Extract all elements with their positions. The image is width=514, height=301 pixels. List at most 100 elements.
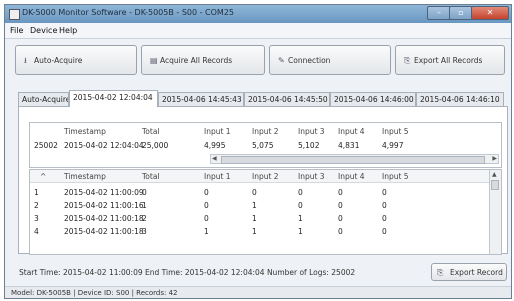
title-bar: DK-5000 Monitor Software - DK-5005B - S0…	[5, 5, 511, 23]
records-grid: ^ Timestamp Total Input 1 Input 2 Input …	[29, 169, 502, 255]
plug-icon: ✎	[278, 56, 285, 65]
record-tabs: Auto-Acquire 2015-04-02 12:04:04 2015-04…	[18, 90, 508, 107]
table-row-input1: 0	[204, 201, 209, 210]
export-all-records-button[interactable]: ⎘ Export All Records	[395, 45, 505, 75]
tab-auto-acquire[interactable]: Auto-Acquire	[18, 92, 69, 106]
table-row-input3: 0	[298, 201, 303, 210]
app-icon	[9, 9, 20, 20]
minimize-icon: –	[437, 8, 441, 17]
table-row-input3: 1	[298, 214, 303, 223]
menu-bar: File Device Help	[5, 23, 511, 39]
maximize-icon: ▫	[458, 8, 464, 17]
summary-input1: 4,995	[204, 141, 226, 150]
records-header-input5[interactable]: Input 5	[382, 172, 409, 181]
summary-input5: 4,997	[382, 141, 404, 150]
close-icon: ✕	[486, 8, 494, 17]
table-row-input5: 0	[382, 188, 387, 197]
auto-acquire-button[interactable]: ⭳ Auto-Acquire	[15, 45, 137, 75]
connection-button[interactable]: ✎ Connection	[269, 45, 391, 75]
table-row-index: 4	[34, 227, 39, 236]
table-row-input5: 0	[382, 201, 387, 210]
table-row-input1: 0	[204, 188, 209, 197]
records-header-input2[interactable]: Input 2	[252, 172, 279, 181]
summary-header-input4: Input 4	[338, 127, 365, 136]
table-row-input2: 1	[252, 227, 257, 236]
table-row-input2: 1	[252, 201, 257, 210]
app-window: DK-5000 Monitor Software - DK-5005B - S0…	[4, 4, 512, 299]
record-panel: Timestamp Total Input 1 Input 2 Input 3 …	[18, 106, 508, 255]
records-header-input1[interactable]: Input 1	[204, 172, 231, 181]
table-row-index: 1	[34, 188, 39, 197]
status-bar: Model: DK-5005B | Device ID: S00 | Recor…	[5, 286, 511, 298]
records-header: ^ Timestamp Total Input 1 Input 2 Input …	[30, 170, 501, 183]
menu-file[interactable]: File	[10, 26, 23, 35]
summary-input4: 4,831	[338, 141, 360, 150]
summary-header-input1: Input 1	[204, 127, 231, 136]
summary-grid: Timestamp Total Input 1 Input 2 Input 3 …	[29, 122, 502, 168]
summary-input2: 5,075	[252, 141, 274, 150]
tab-record-3[interactable]: 2015-04-06 14:45:50	[244, 92, 330, 106]
summary-header-input2: Input 2	[252, 127, 279, 136]
summary-horizontal-scrollbar[interactable]: ◀ ▶	[210, 154, 499, 164]
table-row-timestamp: 2015-04-02 11:00:18	[64, 214, 144, 223]
records-header-input4[interactable]: Input 4	[338, 172, 365, 181]
summary-header-total: Total	[142, 127, 160, 136]
download-icon: ⭳	[24, 56, 27, 65]
table-row-input4: 0	[338, 188, 343, 197]
scroll-right-icon[interactable]: ▶	[492, 155, 497, 162]
export-icon: ⎘	[437, 268, 444, 277]
table-row-timestamp: 2015-04-02 11:00:18	[64, 227, 144, 236]
records-header-input3[interactable]: Input 3	[298, 172, 325, 181]
tab-record-1[interactable]: 2015-04-02 12:04:04	[69, 90, 158, 107]
menu-help[interactable]: Help	[59, 26, 77, 35]
table-row-timestamp: 2015-04-02 11:00:16	[64, 201, 144, 210]
summary-input3: 5,102	[298, 141, 320, 150]
records-icon: ▤	[150, 56, 158, 65]
records-header-total[interactable]: Total	[142, 172, 160, 181]
table-row-input4: 0	[338, 201, 343, 210]
summary-total: 25,000	[142, 141, 169, 150]
summary-header-timestamp: Timestamp	[64, 127, 106, 136]
table-row-input5: 0	[382, 227, 387, 236]
table-row-total: 0	[142, 188, 147, 197]
summary-timestamp: 2015-04-02 12:04:04	[64, 141, 144, 150]
minimize-button[interactable]: –	[427, 6, 451, 20]
tab-record-4[interactable]: 2015-04-06 14:46:00	[330, 92, 416, 106]
table-row-input4: 0	[338, 227, 343, 236]
table-row-input5: 0	[382, 214, 387, 223]
table-row-input4: 0	[338, 214, 343, 223]
export-icon: ⎘	[404, 56, 411, 65]
summary-header-input3: Input 3	[298, 127, 325, 136]
scroll-thumb[interactable]	[491, 180, 499, 190]
records-header-timestamp[interactable]: Timestamp	[64, 172, 106, 181]
table-row-input2: 0	[252, 188, 257, 197]
table-row-total: 3	[142, 227, 147, 236]
table-row-index: 2	[34, 201, 39, 210]
scroll-left-icon[interactable]: ◀	[212, 155, 217, 162]
menu-device[interactable]: Device	[30, 26, 57, 35]
window-title: DK-5000 Monitor Software - DK-5005B - S0…	[22, 8, 235, 17]
table-row-input3: 0	[298, 188, 303, 197]
sort-indicator-icon[interactable]: ^	[40, 172, 46, 181]
table-row-input3: 1	[298, 227, 303, 236]
table-row-total: 2	[142, 214, 147, 223]
tab-record-2[interactable]: 2015-04-06 14:45:43	[158, 92, 244, 106]
table-row-input1: 1	[204, 227, 209, 236]
maximize-button[interactable]: ▫	[449, 6, 473, 20]
summary-count: 25002	[34, 141, 58, 150]
records-vertical-scrollbar[interactable]: ▲	[489, 170, 501, 254]
record-info: Start Time: 2015-04-02 11:00:09 End Time…	[19, 268, 356, 277]
export-record-button[interactable]: ⎘ Export Record	[431, 263, 507, 281]
tab-record-5[interactable]: 2015-04-06 14:46:10	[416, 92, 504, 106]
table-row-input2: 1	[252, 214, 257, 223]
table-row-index: 3	[34, 214, 39, 223]
summary-header-input5: Input 5	[382, 127, 409, 136]
scroll-up-icon[interactable]: ▲	[492, 171, 497, 178]
status-text: Model: DK-5005B | Device ID: S00 | Recor…	[11, 289, 178, 297]
table-row-input1: 0	[204, 214, 209, 223]
scroll-thumb[interactable]	[221, 156, 485, 164]
acquire-all-records-button[interactable]: ▤ Acquire All Records	[141, 45, 265, 75]
close-button[interactable]: ✕	[471, 6, 509, 20]
table-row-timestamp: 2015-04-02 11:00:09	[64, 188, 144, 197]
table-row-total: 1	[142, 201, 147, 210]
